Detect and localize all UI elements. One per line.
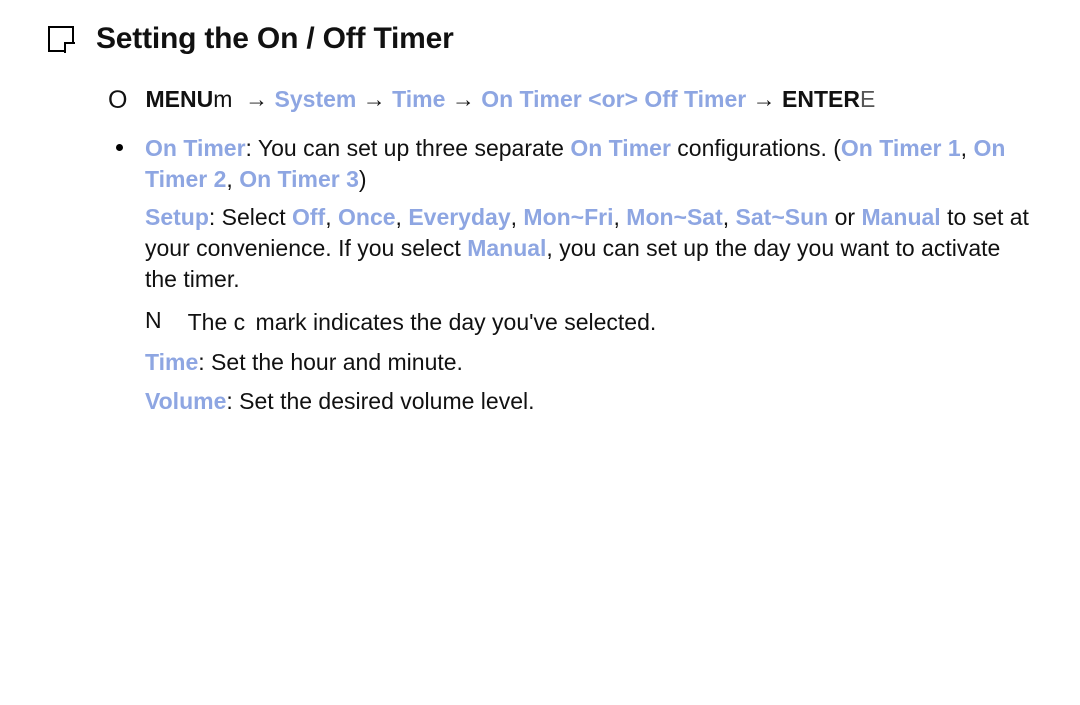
- note-text: The c mark indicates the day you've sele…: [188, 307, 657, 338]
- text-span: : Select: [209, 204, 292, 230]
- menu-path-text: MENUm → System → Time → On Timer <or> Of…: [145, 86, 875, 113]
- path-menu: MENU: [145, 86, 213, 112]
- path-time: Time: [392, 86, 445, 112]
- path-menu-suffix: m: [213, 86, 232, 112]
- text-span: : You can set up three separate: [246, 135, 571, 161]
- setup-label: Setup: [145, 204, 209, 230]
- page-title: Setting the On / Off Timer: [96, 22, 454, 56]
- on-timer-3: On Timer 3: [239, 166, 359, 192]
- setup-monsat: Mon~Sat: [626, 204, 722, 230]
- text-span: ,: [961, 135, 974, 161]
- setup-once: Once: [338, 204, 396, 230]
- arrow-icon: →: [363, 86, 386, 112]
- text-span: or: [828, 204, 861, 230]
- text-span: The: [188, 309, 234, 335]
- menu-path: O MENUm → System → Time → On Timer <or> …: [108, 86, 1032, 113]
- bullet-item: On Timer: You can set up three separate …: [108, 133, 1032, 295]
- time-label: Time: [145, 349, 198, 375]
- arrow-icon: →: [245, 86, 268, 112]
- setup-manual-2: Manual: [467, 235, 546, 261]
- path-on-off-timer: On Timer <or> Off Timer: [481, 86, 746, 112]
- text-span: ,: [723, 204, 736, 230]
- setup-off: Off: [292, 204, 325, 230]
- text-span: ,: [226, 166, 239, 192]
- note-row: N The c mark indicates the day you've se…: [145, 307, 1032, 338]
- text-span: ,: [396, 204, 409, 230]
- time-line: Time: Set the hour and minute.: [145, 347, 1032, 378]
- setup-monfri: Mon~Fri: [523, 204, 613, 230]
- text-span: configurations. (: [671, 135, 841, 161]
- text-span: mark indicates the day you've selected.: [249, 309, 656, 335]
- arrow-icon: →: [753, 86, 776, 112]
- on-timer-description: On Timer: You can set up three separate …: [145, 133, 1032, 295]
- text-span: ): [359, 166, 367, 192]
- bullet-icon: [116, 144, 123, 151]
- setup-everyday: Everyday: [408, 204, 510, 230]
- path-enter: ENTER: [782, 86, 860, 112]
- text-span: ,: [325, 204, 338, 230]
- path-prefix-icon: O: [108, 88, 127, 113]
- path-system: System: [275, 86, 357, 112]
- check-mark-indicator: c: [234, 309, 250, 335]
- note-prefix-icon: N: [145, 307, 162, 334]
- section-icon: [48, 26, 74, 52]
- on-timer-hl: On Timer: [570, 135, 671, 161]
- volume-label: Volume: [145, 388, 226, 414]
- on-timer-1: On Timer 1: [841, 135, 961, 161]
- text-span: : Set the hour and minute.: [198, 349, 463, 375]
- setup-satsun: Sat~Sun: [736, 204, 829, 230]
- setup-manual: Manual: [861, 204, 940, 230]
- volume-line: Volume: Set the desired volume level.: [145, 386, 1032, 417]
- arrow-icon: →: [452, 86, 475, 112]
- text-span: ,: [511, 204, 524, 230]
- text-span: ,: [614, 204, 627, 230]
- path-enter-suffix: E: [860, 86, 875, 112]
- text-span: : Set the desired volume level.: [226, 388, 534, 414]
- on-timer-label: On Timer: [145, 135, 246, 161]
